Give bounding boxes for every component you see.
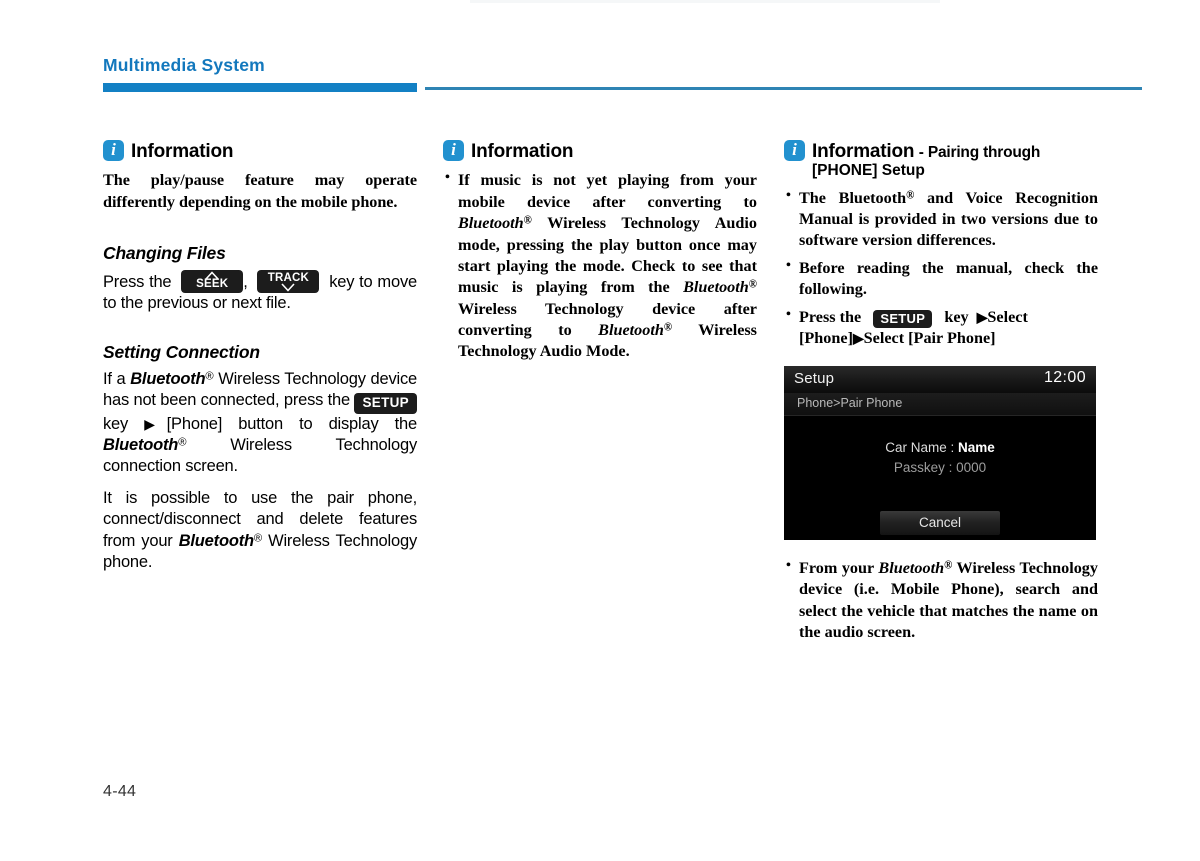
bluetooth-wordmark: Bluetooth [458, 214, 524, 233]
bluetooth-wordmark: Bluetooth [878, 559, 945, 577]
list-item: Before reading the manual, check the fol… [784, 257, 1098, 301]
changing-files-heading: Changing Files [103, 243, 226, 264]
c3-b1-text1: The Bluetooth [799, 188, 907, 207]
device-cancel-label: Cancel [918, 515, 962, 530]
registered-mark: ® [944, 559, 953, 572]
information-bullet-list-2: If music is not yet playing from your mo… [443, 169, 757, 362]
list-item: If music is not yet playing from your mo… [443, 169, 757, 362]
information-title: Information [131, 141, 234, 162]
content-column-3: Information - Pairing through [PHONE] Se… [784, 139, 1098, 355]
sc-p1-text4: [Phone] button to display the [166, 414, 418, 433]
device-car-name-row: Car Name : Name [784, 440, 1096, 455]
chevron-down-icon [281, 283, 295, 292]
bluetooth-wordmark: Bluetooth [130, 370, 206, 389]
information-icon [443, 139, 464, 161]
registered-mark: ® [205, 370, 214, 383]
information-heading-2: Information [443, 139, 757, 163]
information-icon [103, 139, 124, 161]
setting-connection-heading: Setting Connection [103, 342, 260, 363]
content-column-1: Information The play/pause feature may o… [103, 139, 417, 584]
setting-connection-para-2: It is possible to use the pair phone, co… [103, 488, 417, 572]
device-car-name-label: Car Name : [885, 440, 955, 455]
header-rule-thin [425, 87, 1142, 90]
c3-b3-text4: Select [Pair Phone] [863, 328, 996, 347]
c2-b1-text1: If music is not yet playing from your mo… [458, 171, 757, 211]
setup-key-chip[interactable]: SETUP [873, 309, 933, 328]
registered-mark: ® [906, 189, 915, 202]
arrow-right-icon: ▶ [144, 416, 167, 433]
device-breadcrumb-text: Phone>Pair Phone [797, 396, 903, 410]
c3-b4-text1: From your [799, 559, 874, 577]
device-passkey-label: Passkey : [893, 460, 953, 475]
page-number: 4-44 [103, 783, 137, 800]
information-subtitle-line2: [PHONE] Setup [812, 162, 925, 180]
setup-key-label: SETUP [880, 310, 926, 326]
device-cancel-button[interactable]: Cancel [880, 511, 1000, 535]
device-breadcrumb: Phone>Pair Phone [784, 393, 1096, 416]
changing-files-text-before: Press the [103, 273, 172, 292]
device-passkey-value: 0000 [956, 460, 987, 475]
registered-mark-3: ® [663, 321, 673, 334]
list-item: Press the SETUP key ▶Select [Phone]▶Sele… [784, 306, 1098, 350]
setup-key-chip[interactable]: SETUP [354, 393, 417, 414]
arrow-right-icon-2: ▶ [852, 331, 864, 347]
device-screenshot: Setup 12:00 Phone>Pair Phone Car Name : … [784, 366, 1096, 540]
list-item: The Bluetooth® and Voice Recognition Man… [784, 187, 1098, 252]
information-icon [784, 139, 805, 161]
page-header: Multimedia System [103, 55, 1143, 95]
device-passkey-row: Passkey : 0000 [784, 460, 1096, 475]
device-screen-title: Setup [794, 370, 835, 387]
c3-b3-text2: key [944, 307, 969, 326]
registered-mark-2: ® [178, 436, 187, 449]
bluetooth-wordmark-2: Bluetooth [683, 278, 749, 297]
page-title: Multimedia System [103, 55, 265, 75]
c3-b3-text1: Press the [799, 307, 862, 326]
key-separator: , [243, 273, 248, 292]
seek-key-label: SEEK [196, 277, 229, 290]
device-clock: 12:00 [1043, 369, 1086, 386]
arrow-right-icon: ▶ [976, 310, 988, 326]
information-bullet-list-3b: From your Bluetooth® Wireless Technology… [784, 557, 1098, 644]
track-key-chip[interactable]: TRACK [257, 270, 320, 294]
seek-key-chip[interactable]: SEEK [181, 270, 244, 294]
header-rule-thick [103, 83, 417, 92]
information-body-1: The play/pause feature may operate diffe… [103, 171, 417, 211]
bluetooth-wordmark-3: Bluetooth [178, 531, 254, 550]
information-heading-3: Information - Pairing through [PHONE] Se… [784, 139, 1098, 181]
setup-key-label: SETUP [362, 395, 409, 411]
information-title: Information [812, 141, 915, 162]
registered-mark-3: ® [253, 531, 262, 544]
scan-artifact [470, 0, 940, 3]
content-column-2: Information If music is not yet playing … [443, 139, 757, 369]
bluetooth-wordmark-3: Bluetooth [598, 321, 664, 340]
device-car-name-value: Name [958, 440, 995, 455]
list-item: From your Bluetooth® Wireless Technology… [784, 557, 1098, 644]
information-heading-1: Information [103, 139, 417, 163]
content-column-3-footer: From your Bluetooth® Wireless Technology… [784, 557, 1098, 650]
sc-p1-text1: If a [103, 370, 126, 389]
information-bullet-list-3: The Bluetooth® and Voice Recognition Man… [784, 187, 1098, 350]
device-title-bar: Setup 12:00 [784, 366, 1096, 393]
changing-files-body: Press the SEEK, TRACK key to move to the… [103, 270, 417, 314]
information-title: Information [471, 141, 574, 162]
bluetooth-wordmark-2: Bluetooth [103, 436, 179, 455]
setting-connection-para-1: If a Bluetooth® Wireless Technology devi… [103, 369, 417, 477]
registered-mark-2: ® [748, 278, 757, 291]
sc-p1-text3: key [103, 414, 129, 433]
information-subtitle-line1: - Pairing through [918, 144, 1041, 161]
registered-mark: ® [523, 214, 532, 227]
